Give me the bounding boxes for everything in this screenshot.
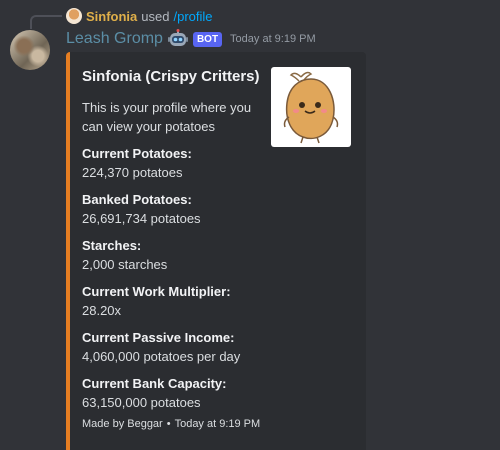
field-current-potatoes: Current Potatoes: 224,370 potatoes [82,144,192,182]
reply-context[interactable]: Sinfonia used /profile [66,7,213,25]
footer-timestamp: Today at 9:19 PM [174,418,261,430]
field-work-multiplier: Current Work Multiplier: 28.20x [82,282,231,320]
field-name: Current Potatoes: [82,146,192,161]
footer-text: Made by Beggar [82,418,163,430]
field-value: 4,060,000 potatoes per day [82,349,241,364]
potato-character-icon[interactable] [271,67,351,147]
field-value: 63,150,000 potatoes [82,395,201,410]
field-value: 224,370 potatoes [82,165,183,180]
bot-username[interactable]: Leash Gromp [66,30,163,48]
reply-connector-line [30,15,62,29]
reply-used-text: used [141,8,170,24]
footer-separator: • [166,418,171,430]
reply-user-avatar[interactable] [66,8,82,24]
reply-username[interactable]: Sinfonia [86,9,137,24]
embed-title: Sinfonia (Crispy Critters) [82,68,260,85]
profile-embed: Sinfonia (Crispy Critters) This is your … [66,52,366,450]
field-value: 26,691,734 potatoes [82,211,201,226]
embed-footer: Made by Beggar • Today at 9:19 PM [82,418,260,430]
field-value: 28.20x [82,303,122,318]
message-timestamp: Today at 9:19 PM [230,33,316,45]
field-name: Banked Potatoes: [82,192,192,207]
field-name: Current Passive Income: [82,330,235,345]
bot-badge: BOT [192,31,223,47]
field-banked-potatoes: Banked Potatoes: 26,691,734 potatoes [82,190,201,228]
embed-description: This is your profile where you can view … [82,100,252,134]
bot-avatar[interactable] [10,30,50,70]
field-value: 2,000 starches [82,257,168,272]
field-bank-capacity: Current Bank Capacity: 63,150,000 potato… [82,374,226,412]
field-passive-income: Current Passive Income: 4,060,000 potato… [82,328,240,366]
robot-icon [167,29,189,49]
field-name: Current Bank Capacity: [82,376,227,391]
field-starches: Starches: 2,000 starches [82,236,167,274]
message-header: Leash Gromp BOT Today at 9:19 PM [66,29,316,49]
reply-command[interactable]: /profile [173,9,212,24]
field-name: Starches: [82,238,142,253]
field-name: Current Work Multiplier: [82,284,231,299]
